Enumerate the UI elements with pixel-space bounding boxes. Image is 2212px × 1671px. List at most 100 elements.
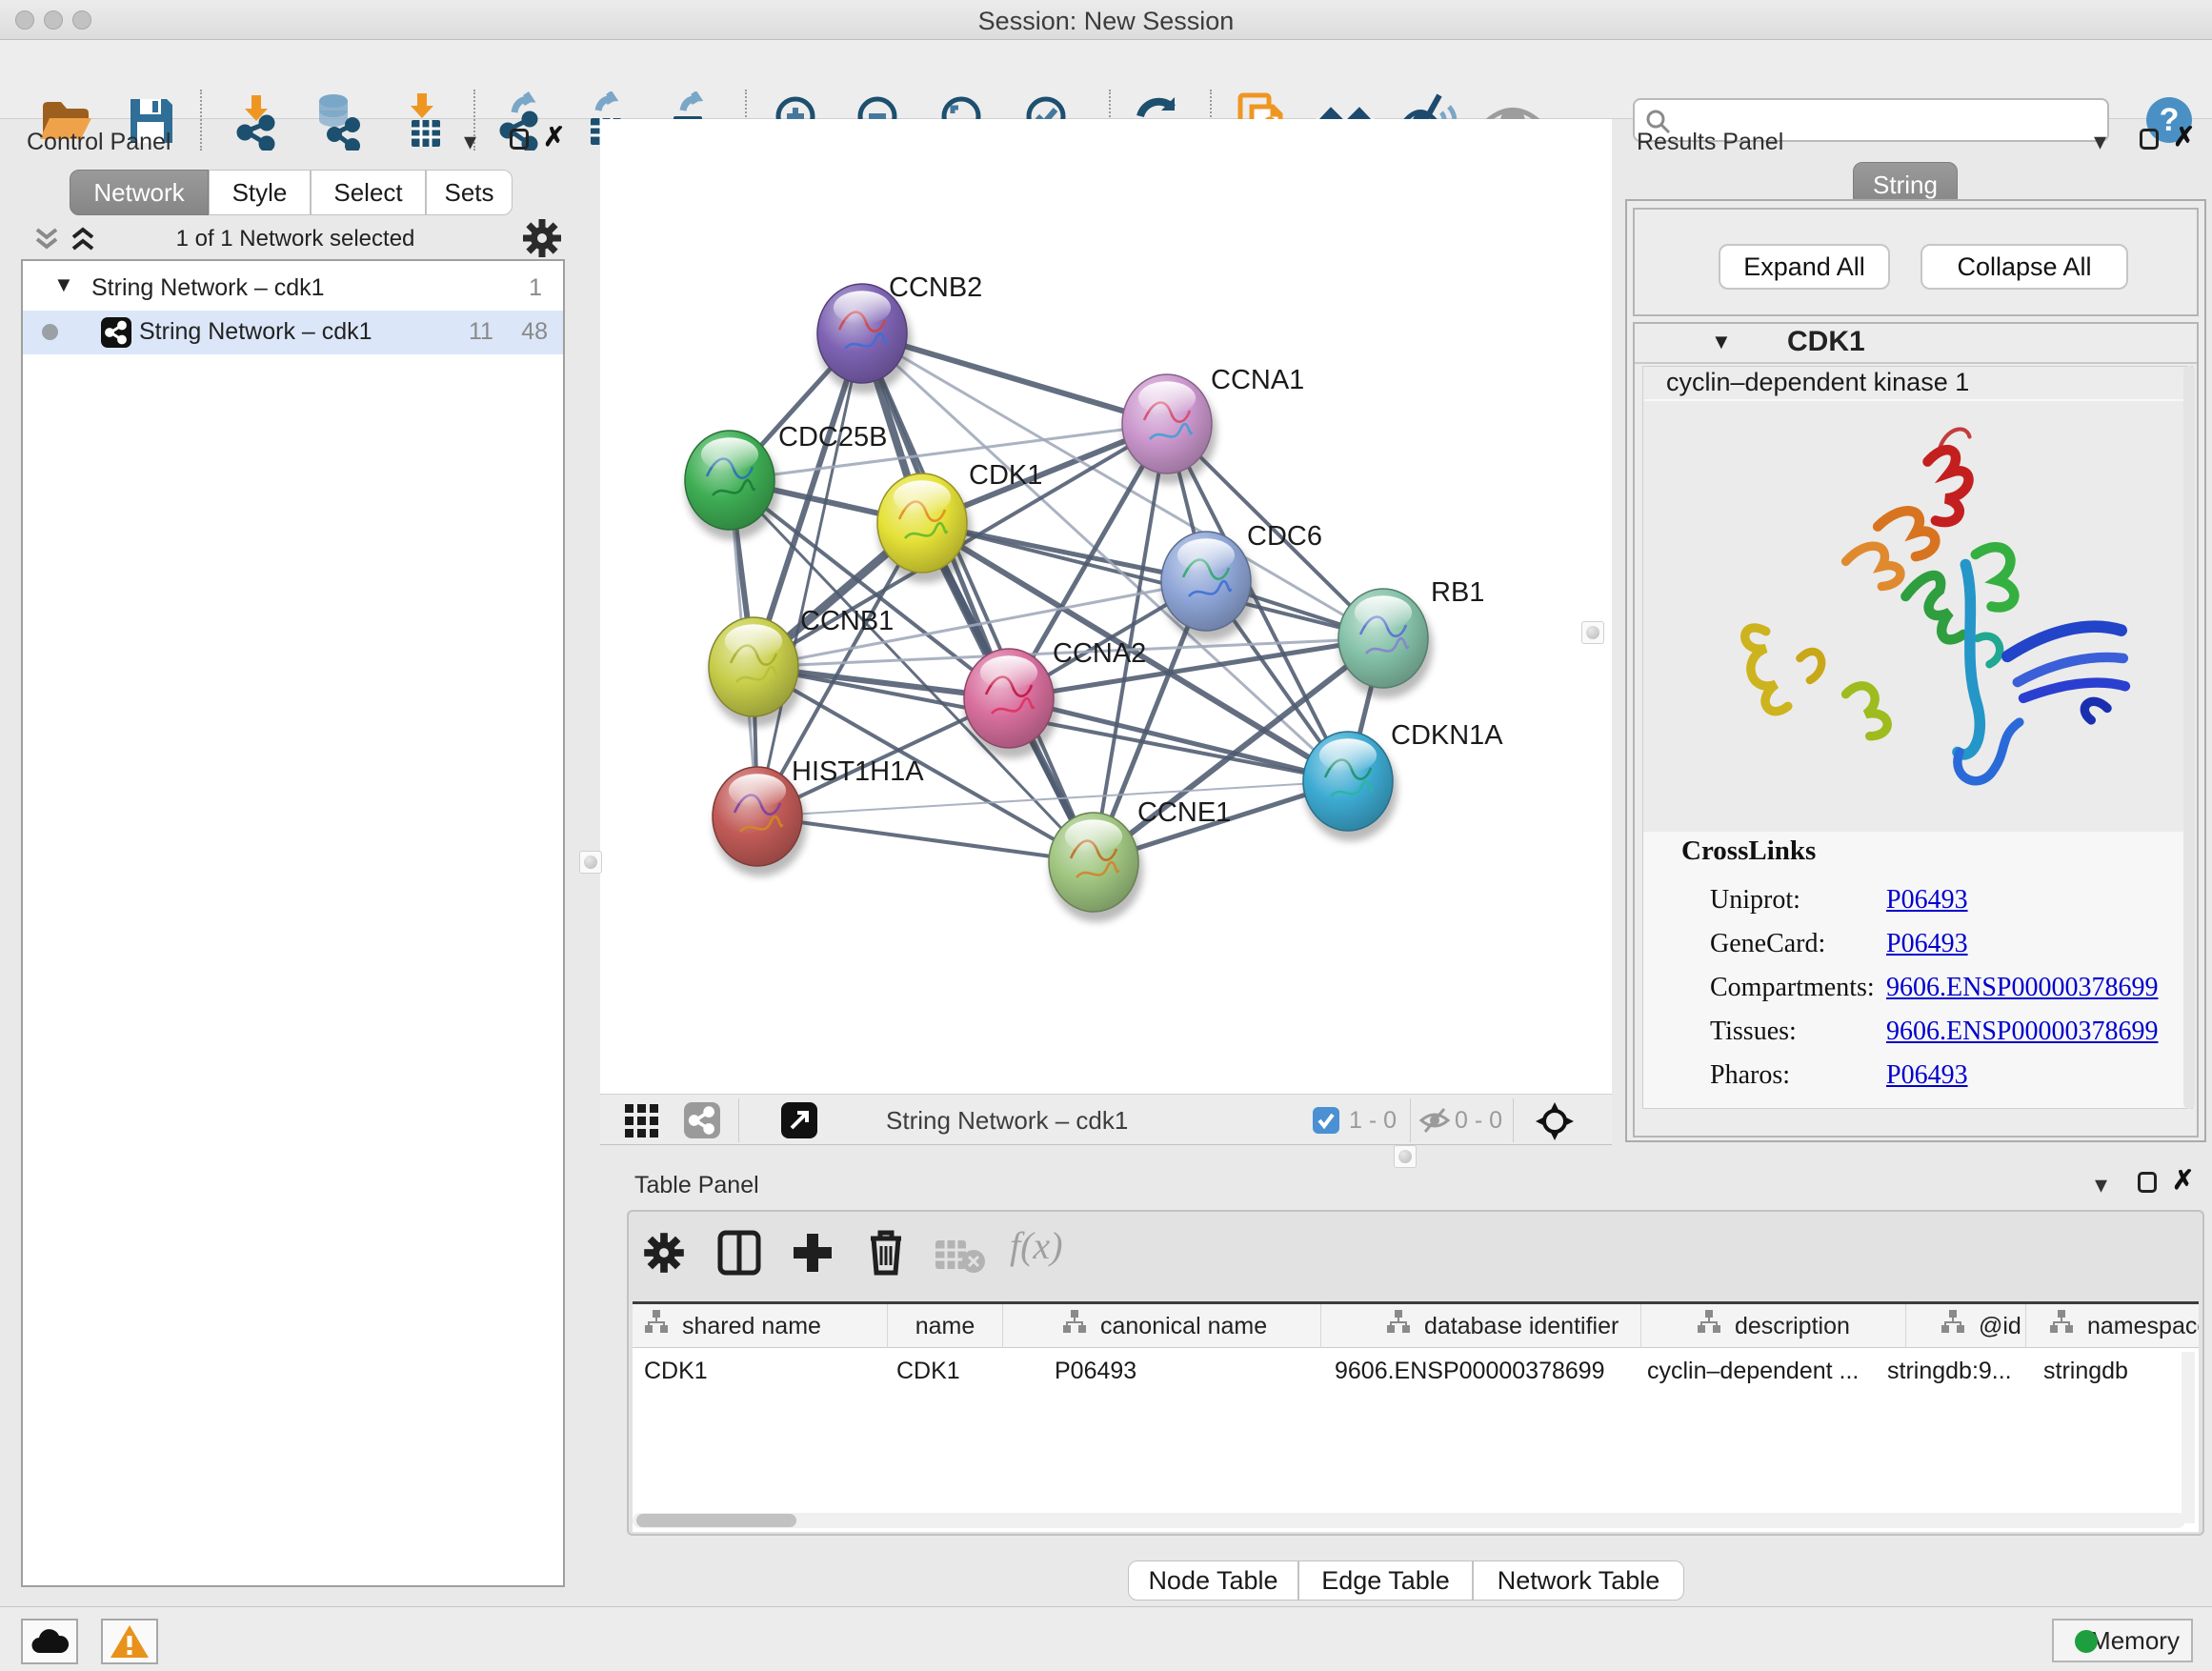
table-cell[interactable]: stringdb:9...: [1887, 1348, 2021, 1394]
table-horizontal-scrollbar[interactable]: [633, 1513, 2185, 1528]
string-network-icon: [101, 317, 131, 354]
entry-collapse-icon[interactable]: ▼: [1711, 330, 1732, 354]
node-label-HIST1H1A: HIST1H1A: [792, 756, 924, 787]
network-view-toolbar: String Network – cdk1 1 - 0 0 - 0: [600, 1094, 1612, 1145]
table-cell[interactable]: 9606.ENSP00000378699: [1335, 1348, 1639, 1394]
delete-column-trash-icon[interactable]: [863, 1227, 909, 1281]
tree-expand-icon[interactable]: ▼: [53, 272, 74, 297]
tab-sets[interactable]: Sets: [426, 170, 513, 215]
window-title: Session: New Session: [0, 7, 2212, 36]
cdk1-result-entry: ▼ CDK1 cyclin–dependent kinase 1: [1633, 322, 2199, 1137]
crosslink-link[interactable]: 9606.ENSP00000378699: [1886, 973, 2158, 1003]
add-column-icon[interactable]: [789, 1229, 836, 1281]
node-label-CCNE1: CCNE1: [1137, 797, 1231, 828]
column-header-namespace[interactable]: namespace: [2026, 1304, 2199, 1348]
tab-network-table[interactable]: Network Table: [1473, 1560, 1684, 1601]
close-panel-icon[interactable]: ✗: [2173, 121, 2195, 152]
crosslink-link[interactable]: P06493: [1886, 885, 1968, 916]
collapse-all-networks-icon[interactable]: [69, 226, 97, 257]
tab-select[interactable]: Select: [311, 170, 426, 215]
table-cell[interactable]: stringdb: [2043, 1348, 2186, 1394]
tab-node-table[interactable]: Node Table: [1128, 1560, 1298, 1601]
title-bar: Session: New Session: [0, 0, 2212, 40]
network-node-CCNA1[interactable]: [1122, 374, 1217, 484]
hidden-eye-slash-icon[interactable]: [1419, 1107, 1450, 1138]
crosslink-label: Uniprot:: [1710, 885, 1800, 916]
collection-count: 1: [529, 274, 542, 302]
expand-collapse-box: Expand All Collapse All: [1633, 208, 2199, 316]
column-header-canonical-name[interactable]: canonical name: [1003, 1304, 1321, 1348]
collapse-all-button[interactable]: Collapse All: [1920, 244, 2128, 290]
results-scrollbar[interactable]: [2183, 366, 2195, 1109]
expand-all-networks-icon[interactable]: [32, 226, 61, 257]
show-columns-icon[interactable]: [716, 1229, 762, 1281]
network-node-CDC6[interactable]: [1161, 532, 1256, 641]
expand-all-button[interactable]: Expand All: [1719, 244, 1890, 290]
selected-checkbox-icon[interactable]: [1313, 1107, 1339, 1138]
network-node-CDC25B[interactable]: [685, 431, 779, 540]
toolbar-separator: [1513, 1098, 1514, 1142]
results-panel-title: Results Panel: [1637, 129, 1783, 156]
table-cell[interactable]: CDK1: [644, 1348, 882, 1394]
node-table-container: f(x) shared name name canonical name dat…: [627, 1210, 2204, 1536]
column-header-id[interactable]: @id: [1906, 1304, 2026, 1348]
warning-status-button[interactable]: [101, 1619, 158, 1664]
hidden-node-edge-counts: 0 - 0: [1455, 1107, 1502, 1135]
crosslink-label: Tissues:: [1710, 1017, 1797, 1047]
status-bar: Memory: [0, 1606, 2212, 1671]
cloud-status-button[interactable]: [21, 1619, 78, 1664]
string-panel-toggle-icon[interactable]: [684, 1102, 720, 1143]
result-entry-header[interactable]: ▼ CDK1: [1635, 324, 2197, 364]
delete-table-icon-disabled[interactable]: [934, 1237, 987, 1279]
column-header-name[interactable]: name: [888, 1304, 1003, 1348]
crosslinks-title: CrossLinks: [1643, 836, 2192, 885]
network-node-CDK1[interactable]: [877, 473, 972, 583]
app-window: Session: New Session: [0, 0, 2212, 1671]
network-node-CDKN1A[interactable]: [1303, 732, 1398, 841]
network-collection-row[interactable]: ▼ String Network – cdk1 1: [23, 267, 563, 311]
control-panel: Control Panel ▾ ✗ Network Style Select S…: [0, 119, 600, 1606]
table-options-gear-icon[interactable]: [642, 1231, 686, 1279]
network-canvas[interactable]: CCNB2CCNA1CDC25BCDK1CDC6RB1CCNB1CCNA2CDK…: [600, 119, 1612, 1094]
tab-edge-table[interactable]: Edge Table: [1298, 1560, 1473, 1601]
tab-style[interactable]: Style: [209, 170, 311, 215]
collapse-panel-icon[interactable]: ▾: [2095, 1170, 2107, 1199]
float-panel-icon[interactable]: [2140, 129, 2159, 150]
network-node-CCNA2[interactable]: [964, 649, 1058, 758]
table-cell[interactable]: cyclin–dependent ...: [1647, 1348, 1899, 1394]
float-panel-icon[interactable]: [2138, 1172, 2157, 1193]
network-row-selected[interactable]: String Network – cdk1 11 48: [23, 311, 563, 354]
column-header-database-identifier[interactable]: database identifier: [1321, 1304, 1641, 1348]
node-label-RB1: RB1: [1431, 577, 1484, 608]
close-panel-icon[interactable]: ✗: [2172, 1164, 2194, 1196]
table-vertical-scrollbar[interactable]: [2182, 1352, 2195, 1523]
column-header-description[interactable]: description: [1641, 1304, 1906, 1348]
function-builder-icon-disabled[interactable]: f(x): [1010, 1223, 1063, 1268]
column-header-shared-name[interactable]: shared name: [633, 1304, 888, 1348]
table-cell[interactable]: CDK1: [896, 1348, 1001, 1394]
node-label-CDKN1A: CDKN1A: [1391, 720, 1503, 751]
crosslink-link[interactable]: P06493: [1886, 929, 1968, 959]
string-results-container: Expand All Collapse All ▼ CDK1 cyclin–de…: [1625, 199, 2206, 1142]
collapse-panel-icon[interactable]: ▾: [464, 127, 476, 156]
entry-gene-name: CDK1: [1787, 326, 1865, 358]
crosslink-link[interactable]: 9606.ENSP00000378699: [1886, 1017, 2158, 1047]
open-in-window-icon[interactable]: [781, 1102, 817, 1143]
network-node-CCNE1[interactable]: [1049, 813, 1143, 922]
selected-node-edge-counts: 1 - 0: [1349, 1107, 1397, 1135]
collapse-panel-icon[interactable]: ▾: [2094, 127, 2106, 156]
network-node-RB1[interactable]: [1338, 589, 1433, 698]
right-splitter-handle[interactable]: [1581, 621, 1604, 644]
crosslink-link[interactable]: P06493: [1886, 1060, 1968, 1091]
crosslink-label: Pharos:: [1710, 1060, 1790, 1091]
scrollbar-thumb[interactable]: [636, 1514, 796, 1527]
fit-selected-crosshair-icon[interactable]: [1536, 1102, 1574, 1145]
table-cell[interactable]: P06493: [1055, 1348, 1312, 1394]
close-panel-icon[interactable]: ✗: [543, 121, 565, 152]
birds-eye-grid-icon[interactable]: [625, 1104, 659, 1143]
left-splitter-handle[interactable]: [579, 851, 602, 874]
network-options-gear-icon[interactable]: [522, 218, 562, 263]
float-panel-icon[interactable]: [510, 129, 529, 150]
tab-network[interactable]: Network: [70, 170, 209, 215]
memory-button[interactable]: Memory: [2052, 1619, 2193, 1662]
